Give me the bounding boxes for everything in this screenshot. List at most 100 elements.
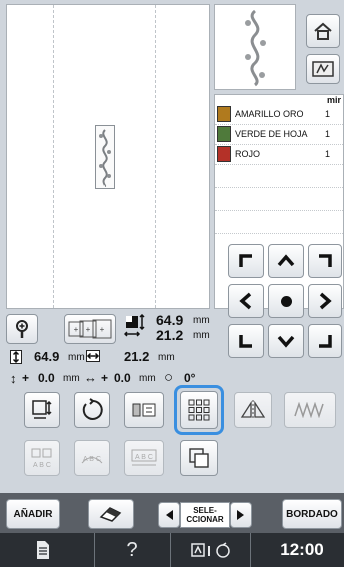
thread-count: 1 [325,149,331,159]
svg-text:A B C: A B C [33,462,51,469]
pattern-thumbnail [214,4,296,90]
thread-row: AMARILLO ORO 1 [215,105,344,123]
thread-spool-icon [217,126,231,142]
frame-size-icon: + + + [68,319,112,339]
rotate-button[interactable] [74,392,110,428]
home-button[interactable] [306,14,340,48]
size-toggle-button[interactable] [24,392,60,428]
horizontal-offset-value: 0.0 [114,371,131,385]
select-label-line1: SELE- [193,506,217,515]
center-dot-icon [280,295,292,307]
move-down-button[interactable] [268,324,304,358]
dims-height-value: 64.9 [34,349,60,364]
eraser-icon [99,507,122,522]
move-up-right-button[interactable] [308,244,342,278]
move-down-right-button[interactable] [308,324,342,358]
dims-width-unit: mm [158,352,175,363]
wireless-status [184,538,240,562]
left-arrow-icon [166,510,173,520]
move-up-left-button[interactable] [228,244,264,278]
vertical-offset-plus: + [22,371,30,385]
svg-text:A B C: A B C [135,454,153,461]
document-button[interactable] [28,537,58,563]
embroidery-button-label: BORDADO [286,508,338,520]
help-icon: ? [126,538,138,561]
corner-up-right-icon [319,254,332,267]
density-icon [294,402,324,418]
clock: 12:00 [262,537,342,563]
move-right-button[interactable] [308,284,342,318]
letter-array-button[interactable]: A B C [24,440,60,476]
delete-button[interactable] [88,499,134,529]
guide-line-left [53,5,54,308]
dimensions-row: 64.9 mm 21.2 mm [6,348,226,366]
svg-text:+: + [74,325,79,334]
letter-array-icon: A B C [31,448,52,469]
add-button[interactable]: AÑADIR [6,499,60,529]
dims-width-value: 21.2 [124,349,150,364]
corner-down-left-icon [239,335,252,348]
density-button[interactable] [284,392,336,428]
mirror-icon [240,400,266,420]
svg-text:A B C: A B C [83,456,101,463]
rotate-icon [82,398,103,420]
select-next-button[interactable] [230,502,252,528]
rotation-icon: ○ [164,369,174,386]
letter-spacing-button[interactable]: A B C [124,440,164,476]
vertical-offset-value: 0.0 [38,371,55,385]
move-center-button[interactable] [268,284,304,318]
chevron-up-icon [277,254,295,267]
border-icon [189,448,209,468]
size-toggle-icon [32,400,52,419]
horizontal-offset-plus: + [101,371,109,385]
letter-spacing-icon: A B C [131,449,157,466]
dims-height-unit: mm [68,352,85,363]
duplicate-button[interactable] [180,391,218,429]
pattern-on-canvas[interactable] [95,125,115,189]
chevron-right-icon [319,292,332,310]
right-arrow-icon [237,510,244,520]
wireless-icon [191,542,230,558]
help-button[interactable]: ? [112,536,152,564]
select-label: SELE- CCIONAR [180,502,230,528]
select-label-line2: CCIONAR [186,515,224,524]
select-prev-button[interactable] [158,502,180,528]
border-button[interactable] [180,440,218,476]
horizontal-offset-icon: ↔ [84,370,97,385]
magnify-button[interactable] [6,314,38,344]
letter-curve-button[interactable]: A B C [74,440,110,476]
duplicate-icon [188,399,210,421]
thread-list-header-suffix: mir [326,95,341,105]
letter-curve-icon: A B C [81,456,103,464]
horizontal-offset-unit: mm [139,373,156,384]
thread-row: ROJO 1 [215,145,344,163]
move-left-button[interactable] [228,284,264,318]
move-down-left-button[interactable] [228,324,264,358]
pattern-size-icon [124,314,145,337]
magnifier-icon [16,320,28,338]
height-arrow-icon [10,350,22,364]
move-up-button[interactable] [268,244,304,278]
vertical-offset-unit: mm [63,373,80,384]
embroidery-button[interactable]: BORDADO [282,499,342,529]
embroidery-canvas[interactable] [6,4,210,309]
embroidery-mode-button[interactable] [306,54,340,84]
add-button-label: AÑADIR [13,508,53,520]
svg-text:+: + [100,325,105,334]
thread-count: 1 [325,129,331,139]
svg-text:+: + [86,325,91,334]
mirror-button[interactable] [234,392,272,428]
frame-display-button[interactable]: + + + [64,314,116,344]
thread-name: ROJO [235,149,261,159]
thread-count: 1 [325,109,331,119]
rotation-angle: 0° [184,371,196,385]
chevron-down-icon [277,335,295,348]
array-button[interactable] [124,392,164,428]
home-icon [314,22,332,40]
width-arrow-icon [86,350,100,362]
corner-up-left-icon [239,254,252,267]
size-height-value: 21.2 [156,327,184,343]
thread-row: VERDE DE HOJA 1 [215,125,344,143]
vertical-offset-icon: ↕ [10,371,17,386]
chevron-left-icon [239,292,252,310]
